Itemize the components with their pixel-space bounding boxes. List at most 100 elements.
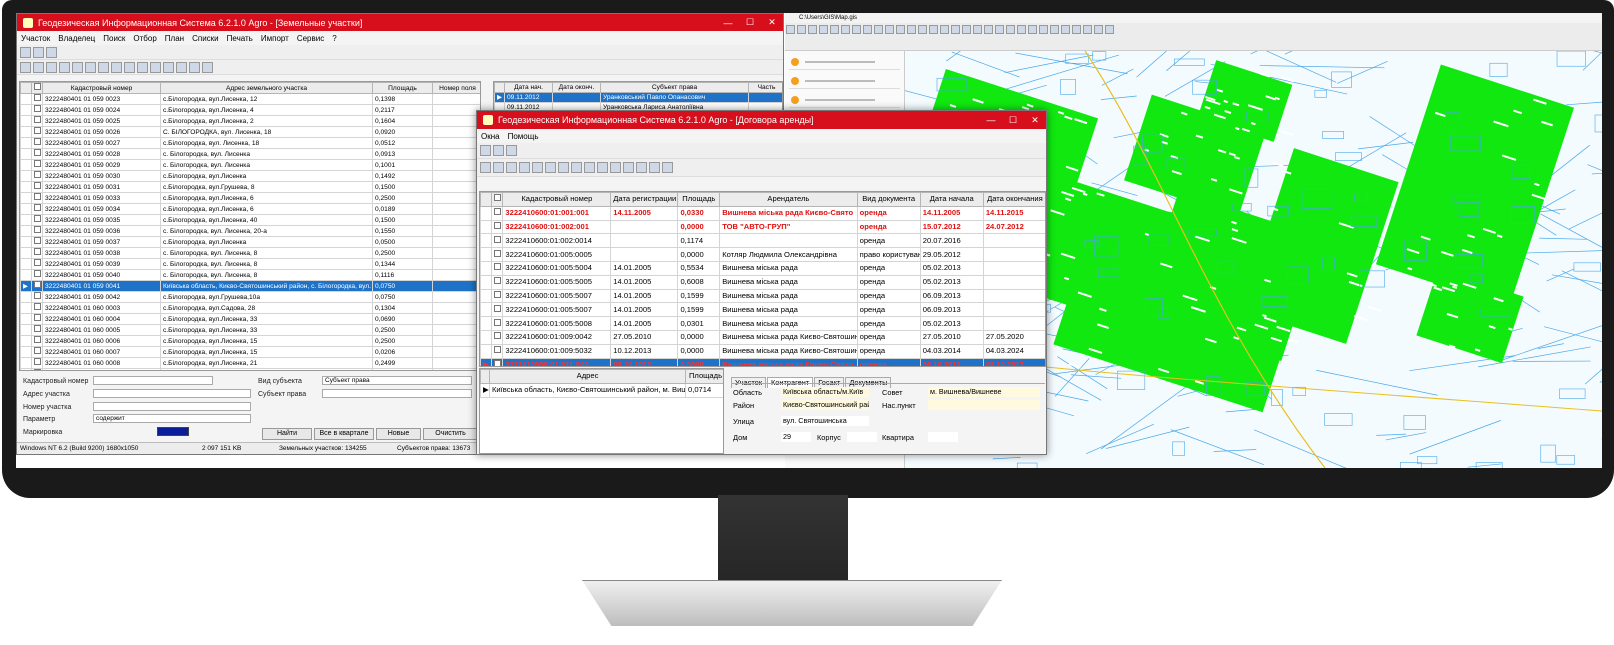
row-checkbox[interactable] bbox=[491, 205, 504, 221]
map-tool-icon[interactable] bbox=[995, 25, 1004, 34]
row-checkbox[interactable] bbox=[31, 126, 43, 138]
close-icon[interactable]: ✕ bbox=[761, 17, 783, 28]
map-tool-icon[interactable] bbox=[896, 25, 905, 34]
street-value[interactable]: вул. Святошинська bbox=[781, 416, 869, 426]
block-value[interactable] bbox=[847, 432, 877, 442]
row-checkbox[interactable] bbox=[31, 269, 43, 281]
map-tool-icon[interactable] bbox=[1028, 25, 1037, 34]
grid-header-cell[interactable]: Номер поля bbox=[432, 82, 480, 94]
prev-icon[interactable] bbox=[46, 61, 57, 73]
map-tool-icon[interactable] bbox=[841, 25, 850, 34]
map-tool-icon[interactable] bbox=[918, 25, 927, 34]
menu-item[interactable]: Импорт bbox=[261, 34, 289, 43]
filter-icon[interactable] bbox=[480, 162, 491, 173]
apt-value[interactable] bbox=[928, 432, 958, 442]
menu-item[interactable]: Помощь bbox=[508, 132, 539, 141]
menu-item[interactable]: Печать bbox=[227, 34, 253, 43]
map-tool-icon[interactable] bbox=[929, 25, 938, 34]
window-icon[interactable] bbox=[33, 46, 44, 58]
settlement-value[interactable] bbox=[928, 400, 1040, 410]
table-row[interactable]: 3222410600:01:005:5004 14.01.2005 0,5534 Ви… bbox=[480, 260, 1045, 276]
minimize-icon[interactable]: — bbox=[717, 18, 739, 28]
map-titlebar[interactable]: C:\Users\GIS\Map.gis bbox=[785, 13, 1602, 23]
map-tool-icon[interactable] bbox=[1094, 25, 1103, 34]
row-checkbox[interactable] bbox=[31, 324, 43, 336]
row-checkbox[interactable] bbox=[31, 148, 43, 160]
map-tool-icon[interactable] bbox=[852, 25, 861, 34]
table-row[interactable]: 3222480401 01 059 0029 с. Білогородка, ву… bbox=[20, 159, 480, 171]
row-checkbox[interactable] bbox=[491, 357, 504, 366]
map-tool-icon[interactable] bbox=[1050, 25, 1059, 34]
map-tool-icon[interactable] bbox=[819, 25, 828, 34]
map-icon[interactable] bbox=[176, 61, 187, 73]
new-button[interactable]: Новые bbox=[376, 428, 421, 440]
map-tool-icon[interactable] bbox=[1006, 25, 1015, 34]
map-tool-icon[interactable] bbox=[907, 25, 916, 34]
print-icon[interactable] bbox=[137, 61, 148, 73]
table-row[interactable]: 3222480401 01 059 0038 с. Білогородка, ву… bbox=[20, 247, 480, 259]
layout-icon[interactable] bbox=[506, 145, 517, 156]
maximize-icon[interactable]: ☐ bbox=[1002, 115, 1024, 126]
table-row[interactable]: 3222410600:01:009:5032 10.12.2013 0,0000 Ви… bbox=[480, 343, 1045, 359]
chart-icon[interactable] bbox=[163, 61, 174, 73]
map-tool-icon[interactable] bbox=[951, 25, 960, 34]
table-row[interactable]: 3222480401 01 059 0042 с.Білогородка, вул… bbox=[20, 291, 480, 303]
table-row[interactable]: 3222410600:01:005:5007 14.01.2005 0,1599 Ви… bbox=[480, 288, 1045, 304]
row-checkbox[interactable] bbox=[31, 247, 43, 259]
last-icon[interactable] bbox=[532, 162, 543, 173]
map-tool-icon[interactable] bbox=[1072, 25, 1081, 34]
grid-header-cell[interactable]: Кадастровый номер bbox=[502, 192, 612, 207]
table-row[interactable]: 3222480401 01 059 0024 с.Білогородка, вул… bbox=[20, 104, 480, 116]
row-checkbox[interactable] bbox=[31, 181, 43, 193]
row-checkbox[interactable] bbox=[31, 313, 43, 325]
subj-input[interactable] bbox=[322, 389, 472, 398]
row-checkbox[interactable] bbox=[491, 302, 504, 318]
table-row[interactable]: 3222480401 01 060 0005 с.Білогородка, вул… bbox=[20, 324, 480, 336]
map-tool-icon[interactable] bbox=[973, 25, 982, 34]
export-icon[interactable] bbox=[150, 61, 161, 73]
row-checkbox[interactable] bbox=[491, 329, 504, 345]
map-tool-icon[interactable] bbox=[874, 25, 883, 34]
map-icon[interactable] bbox=[636, 162, 647, 173]
refresh-icon[interactable] bbox=[584, 162, 595, 173]
next-icon[interactable] bbox=[59, 61, 70, 73]
refresh-icon[interactable] bbox=[124, 61, 135, 73]
table-row[interactable]: 3222410600:01:005:5005 14.01.2005 0,6008 Ви… bbox=[480, 274, 1045, 290]
menu-item[interactable]: ? bbox=[332, 34, 336, 43]
filter-icon[interactable] bbox=[20, 61, 31, 73]
clear-button[interactable]: Очистить bbox=[423, 428, 478, 440]
row-checkbox[interactable] bbox=[491, 316, 504, 331]
subj-type-select[interactable]: Субъект права bbox=[322, 376, 472, 385]
map-tool-icon[interactable] bbox=[1105, 25, 1114, 34]
row-checkbox[interactable] bbox=[31, 368, 43, 370]
council-value[interactable]: м. Вишнева/Вишневе bbox=[928, 387, 1040, 397]
mark-color-swatch[interactable] bbox=[157, 427, 189, 436]
print-icon[interactable] bbox=[597, 162, 608, 173]
row-checkbox[interactable] bbox=[31, 258, 43, 270]
table-row[interactable]: ▶ 09.11.2012 Уранковський Павло Опанасович bbox=[494, 92, 782, 104]
save-icon[interactable] bbox=[480, 145, 491, 156]
cad-input[interactable] bbox=[93, 376, 213, 385]
find-icon[interactable] bbox=[189, 61, 200, 73]
row-checkbox[interactable] bbox=[491, 219, 504, 235]
find-button[interactable]: Найти bbox=[262, 428, 312, 440]
row-checkbox[interactable] bbox=[31, 335, 43, 347]
last-icon[interactable] bbox=[72, 61, 83, 73]
row-checkbox[interactable] bbox=[31, 357, 43, 369]
table-row[interactable]: 3222410600:01:002:0014 0,1174 оренда 20.07.… bbox=[480, 233, 1045, 249]
table-row[interactable]: 3222410600:01:005:5007 14.01.2005 0,1599 Ви… bbox=[480, 302, 1045, 318]
menu-item[interactable]: План bbox=[165, 34, 184, 43]
doc-icon[interactable] bbox=[662, 162, 673, 173]
table-row[interactable]: 3222480401 01 059 0031 с.Білогородка, вул… bbox=[20, 181, 480, 193]
table-row[interactable]: 3222410600:01:005:0005 0,0000 Котляр Людми… bbox=[480, 247, 1045, 262]
row-checkbox[interactable] bbox=[31, 291, 43, 303]
row-checkbox[interactable] bbox=[31, 214, 43, 226]
table-row[interactable]: 3222410600:01:005:5008 14.01.2005 0,0301 Ви… bbox=[480, 316, 1045, 331]
edit-icon[interactable] bbox=[98, 61, 109, 73]
row-checkbox[interactable] bbox=[491, 260, 504, 276]
table-row[interactable]: 3222480401 01 060 0007 с.Білогородка, вул… bbox=[20, 346, 480, 358]
window-icon[interactable] bbox=[493, 145, 504, 156]
table-row[interactable]: 3222480401 01 059 0025 с.Білогородка, вул… bbox=[20, 115, 480, 127]
house-value[interactable]: 29 bbox=[781, 432, 811, 442]
table-row[interactable]: 3222480401 01 059 0035 с.Білогородка, вул… bbox=[20, 214, 480, 226]
